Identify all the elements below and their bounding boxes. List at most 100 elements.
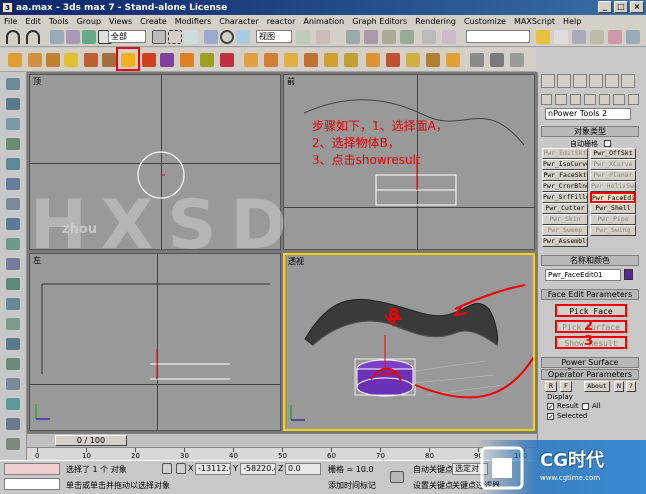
left-tool-7-icon[interactable] <box>6 198 20 210</box>
face-edit-rollout[interactable]: Face Edit Parameters <box>541 289 639 300</box>
left-tool-8-icon[interactable] <box>6 218 20 230</box>
app-icon[interactable]: 3 <box>2 2 13 13</box>
shelf-tool-1-icon[interactable] <box>8 53 22 67</box>
left-tool-12-icon[interactable] <box>6 298 20 310</box>
left-tool-13-icon[interactable] <box>6 318 20 330</box>
menu-file[interactable]: File <box>4 17 17 26</box>
select-by-name-icon[interactable] <box>152 30 166 44</box>
shelf-tool-10-icon[interactable] <box>180 53 194 67</box>
power-surface-rollout[interactable]: Power Surface Parameters <box>541 357 639 376</box>
left-tool-10-icon[interactable] <box>6 258 20 270</box>
space-warps-icon[interactable] <box>613 94 625 105</box>
shelf-tool-26-icon[interactable] <box>510 53 524 67</box>
left-tool-18-icon[interactable] <box>6 418 20 430</box>
align-icon[interactable] <box>536 30 550 44</box>
pwr-faceskt-button[interactable]: Pwr_FaceSkt <box>542 170 588 181</box>
cameras-icon[interactable] <box>584 94 596 105</box>
selected-checkbox[interactable]: ✓ <box>547 413 554 421</box>
pwr-shell-button[interactable]: Pwr_Shell <box>590 203 636 214</box>
shelf-tool-2-icon[interactable] <box>28 53 42 67</box>
geometry-icon[interactable] <box>541 94 553 105</box>
percent-snap-icon[interactable] <box>382 30 396 44</box>
maximize-button[interactable]: □ <box>614 1 628 13</box>
schematic-icon[interactable] <box>590 30 604 44</box>
reference-coord-select[interactable]: 视图 <box>256 30 292 43</box>
material-editor-icon[interactable] <box>608 30 622 44</box>
menu-graph-editors[interactable]: Graph Editors <box>352 17 407 26</box>
z-coord-field[interactable]: 0.0 <box>285 463 321 475</box>
utilities-tab-icon[interactable] <box>621 74 635 88</box>
mirror-icon[interactable] <box>442 30 456 44</box>
menu-maxscript[interactable]: MAXScript <box>514 17 555 26</box>
left-tool-6-icon[interactable] <box>6 178 20 190</box>
shelf-tool-20-icon[interactable] <box>386 53 400 67</box>
shelf-tool-3-icon[interactable] <box>46 53 60 67</box>
select-region-icon[interactable] <box>168 30 182 44</box>
left-tool-5-icon[interactable] <box>6 158 20 170</box>
pwr-offskt-button[interactable]: Pwr_OffSkt <box>590 148 636 159</box>
pick-face-button[interactable]: Pick Face <box>555 304 627 317</box>
move-icon[interactable] <box>204 30 218 44</box>
menu-modifiers[interactable]: Modifiers <box>175 17 212 26</box>
menu-edit[interactable]: Edit <box>25 17 41 26</box>
motion-tab-icon[interactable] <box>589 74 603 88</box>
shelf-tool-15-icon[interactable] <box>284 53 298 67</box>
pwr-faceedit-button[interactable]: Pwr_FaceEdit <box>590 192 636 203</box>
menu-reactor[interactable]: reactor <box>267 17 296 26</box>
systems-icon[interactable] <box>627 94 639 105</box>
shelf-tool-13-icon[interactable] <box>244 53 258 67</box>
result-checkbox[interactable]: ✓ <box>547 403 554 411</box>
name-color-rollout[interactable]: 名称和颜色 <box>541 255 639 266</box>
left-tool-16-icon[interactable] <box>6 378 20 390</box>
pwr-assembly-button[interactable]: Pwr_Assembly <box>542 236 588 247</box>
scale-icon[interactable] <box>236 30 250 44</box>
layer-icon[interactable] <box>554 30 568 44</box>
menu-group[interactable]: Group <box>77 17 101 26</box>
pwr-srffillet-button[interactable]: Pwr_SrfFillet <box>542 192 588 203</box>
y-coord-field[interactable]: -58220.4 <box>240 463 276 475</box>
modify-tab-icon[interactable] <box>557 74 571 88</box>
object-type-rollout[interactable]: 对象类型 <box>541 126 639 137</box>
geometry-type-select[interactable]: nPower Tools 2 <box>545 108 631 120</box>
operator-r-button[interactable]: R <box>545 381 557 392</box>
shelf-tool-4-icon[interactable] <box>64 53 78 67</box>
object-color-swatch[interactable] <box>624 269 633 280</box>
timeline-bar[interactable]: 0 / 100 <box>27 433 537 447</box>
pivot-icon[interactable] <box>296 30 310 44</box>
key-icon[interactable] <box>390 471 404 483</box>
shelf-tool-11-icon[interactable] <box>200 53 214 67</box>
menu-customize[interactable]: Customize <box>464 17 506 26</box>
shelf-tool-16-icon[interactable] <box>304 53 318 67</box>
about-button[interactable]: About <box>584 381 610 392</box>
menu-help[interactable]: Help <box>563 17 581 26</box>
left-tool-2-icon[interactable] <box>6 98 20 110</box>
display-tab-icon[interactable] <box>605 74 619 88</box>
pwr-cutter-button[interactable]: Pwr_Cutter <box>542 203 588 214</box>
x-coord-field[interactable]: -13112.64 <box>195 463 231 475</box>
lock-selection-icon[interactable] <box>162 463 172 474</box>
operator-n-button[interactable]: N <box>614 381 624 392</box>
absolute-mode-icon[interactable] <box>176 463 186 474</box>
shelf-tool-24-icon[interactable] <box>470 53 484 67</box>
set-key-button[interactable]: 设置关键点 <box>413 480 453 491</box>
helpers-icon[interactable] <box>598 94 611 105</box>
shelf-tool-12-icon[interactable] <box>220 53 234 67</box>
shelf-tool-22-icon[interactable] <box>426 53 440 67</box>
track-bar[interactable]: 0 10 20 30 40 50 60 70 80 90 100 <box>27 447 537 460</box>
shelf-tool-23-icon[interactable] <box>446 53 460 67</box>
left-tool-1-icon[interactable] <box>6 78 20 90</box>
menu-create[interactable]: Create <box>140 17 167 26</box>
add-time-tag[interactable]: 添加时间标记 <box>328 480 376 491</box>
shapes-icon[interactable] <box>555 94 567 105</box>
menu-animation[interactable]: Animation <box>303 17 344 26</box>
left-tool-4-icon[interactable] <box>6 138 20 150</box>
select-manipulate-icon[interactable] <box>316 30 330 44</box>
pwr-crnrblnd-button[interactable]: Pwr_CrnrBlnd <box>542 181 588 192</box>
maxscript-mini-output[interactable] <box>4 478 60 490</box>
left-tool-9-icon[interactable] <box>6 238 20 250</box>
close-button[interactable]: × <box>630 1 644 13</box>
shelf-tool-25-icon[interactable] <box>490 53 504 67</box>
named-selection-icon[interactable] <box>422 30 436 44</box>
snap-icon[interactable] <box>346 30 360 44</box>
shelf-tool-21-icon[interactable] <box>406 53 420 67</box>
